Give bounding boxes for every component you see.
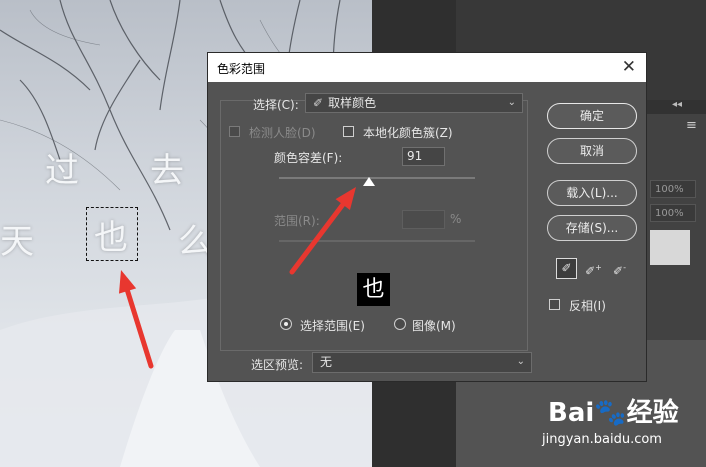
range-slider-track <box>279 240 475 242</box>
panel-menu-icon[interactable]: ≡ <box>686 118 697 133</box>
select-dropdown[interactable]: ✐ 取样颜色 ⌄ <box>305 93 523 113</box>
selection-preview-thumbnail: 也 <box>357 273 390 306</box>
logo-text-right: 经验 <box>626 398 679 428</box>
dialog-title: 色彩范围 <box>217 62 266 76</box>
canvas-char-qu: 去 <box>150 151 184 191</box>
selection-preview-value: 无 <box>320 355 333 369</box>
layers-panel: ◂◂ ≡ 100% 100% <box>645 99 706 340</box>
marquee-selection[interactable]: 也 <box>86 207 138 261</box>
radio-selection[interactable] <box>280 318 292 330</box>
invert-checkbox[interactable] <box>549 299 560 310</box>
logo-text-left: Bai <box>548 398 595 428</box>
dialog-titlebar[interactable]: 色彩范围 ✕ <box>208 53 646 82</box>
fill-field[interactable]: 100% <box>650 204 696 222</box>
chevron-down-icon: ⌄ <box>507 97 516 108</box>
select-label: 选择(C): <box>253 98 299 112</box>
fuzziness-label: 颜色容差(F): <box>274 151 343 165</box>
radio-image-label: 图像(M) <box>412 319 456 333</box>
range-input <box>402 210 445 229</box>
baidu-jingyan-logo: Bai🐾经验 <box>548 392 679 429</box>
selection-preview-label: 选区预览: <box>251 358 304 372</box>
color-range-dialog: 色彩范围 ✕ 选择(C): ✐ 取样颜色 ⌄ 检测人脸(D) 本地化颜色簇(Z) … <box>207 52 647 382</box>
detect-faces-label: 检测人脸(D) <box>249 126 316 140</box>
localized-clusters-checkbox[interactable] <box>343 126 354 137</box>
detect-faces-checkbox[interactable] <box>229 126 240 137</box>
fuzziness-slider-track[interactable] <box>279 177 475 179</box>
load-button[interactable]: 载入(L)... <box>547 180 637 206</box>
invert-label: 反相(I) <box>569 299 606 313</box>
eyedropper-minus-icon[interactable]: ✐- <box>609 258 630 279</box>
canvas-char-ye: 也 <box>94 218 128 258</box>
close-icon[interactable]: ✕ <box>622 57 636 77</box>
cancel-button[interactable]: 取消 <box>547 138 637 164</box>
eyedropper-small-icon: ✐ <box>313 96 324 110</box>
range-label: 范围(R): <box>274 214 320 228</box>
fuzziness-input[interactable]: 91 <box>402 147 445 166</box>
range-percent: % <box>450 212 462 226</box>
eyedropper-plus-icon[interactable]: ✐+ <box>583 258 604 279</box>
layer-thumbnail[interactable] <box>650 230 690 265</box>
watermark-url: jingyan.baidu.com <box>542 432 662 447</box>
localized-clusters-label: 本地化颜色簇(Z) <box>363 126 453 140</box>
canvas-char-guo: 过 <box>45 151 79 191</box>
collapse-panel-icon[interactable]: ◂◂ <box>672 99 682 110</box>
eyedropper-icon[interactable]: ✐ <box>556 258 577 279</box>
select-value: 取样颜色 <box>328 96 377 110</box>
canvas-char-tian: 天 <box>0 222 34 262</box>
paw-icon: 🐾 <box>594 398 627 428</box>
save-button[interactable]: 存储(S)... <box>547 215 637 241</box>
opacity-field[interactable]: 100% <box>650 180 696 198</box>
panel-header: ◂◂ <box>646 99 706 114</box>
radio-selection-label: 选择范围(E) <box>300 319 365 333</box>
chevron-down-icon: ⌄ <box>516 356 525 367</box>
fuzziness-slider-thumb[interactable] <box>363 177 376 186</box>
radio-image[interactable] <box>394 318 406 330</box>
ok-button[interactable]: 确定 <box>547 103 637 129</box>
selection-preview-dropdown[interactable]: 无 ⌄ <box>312 352 532 373</box>
